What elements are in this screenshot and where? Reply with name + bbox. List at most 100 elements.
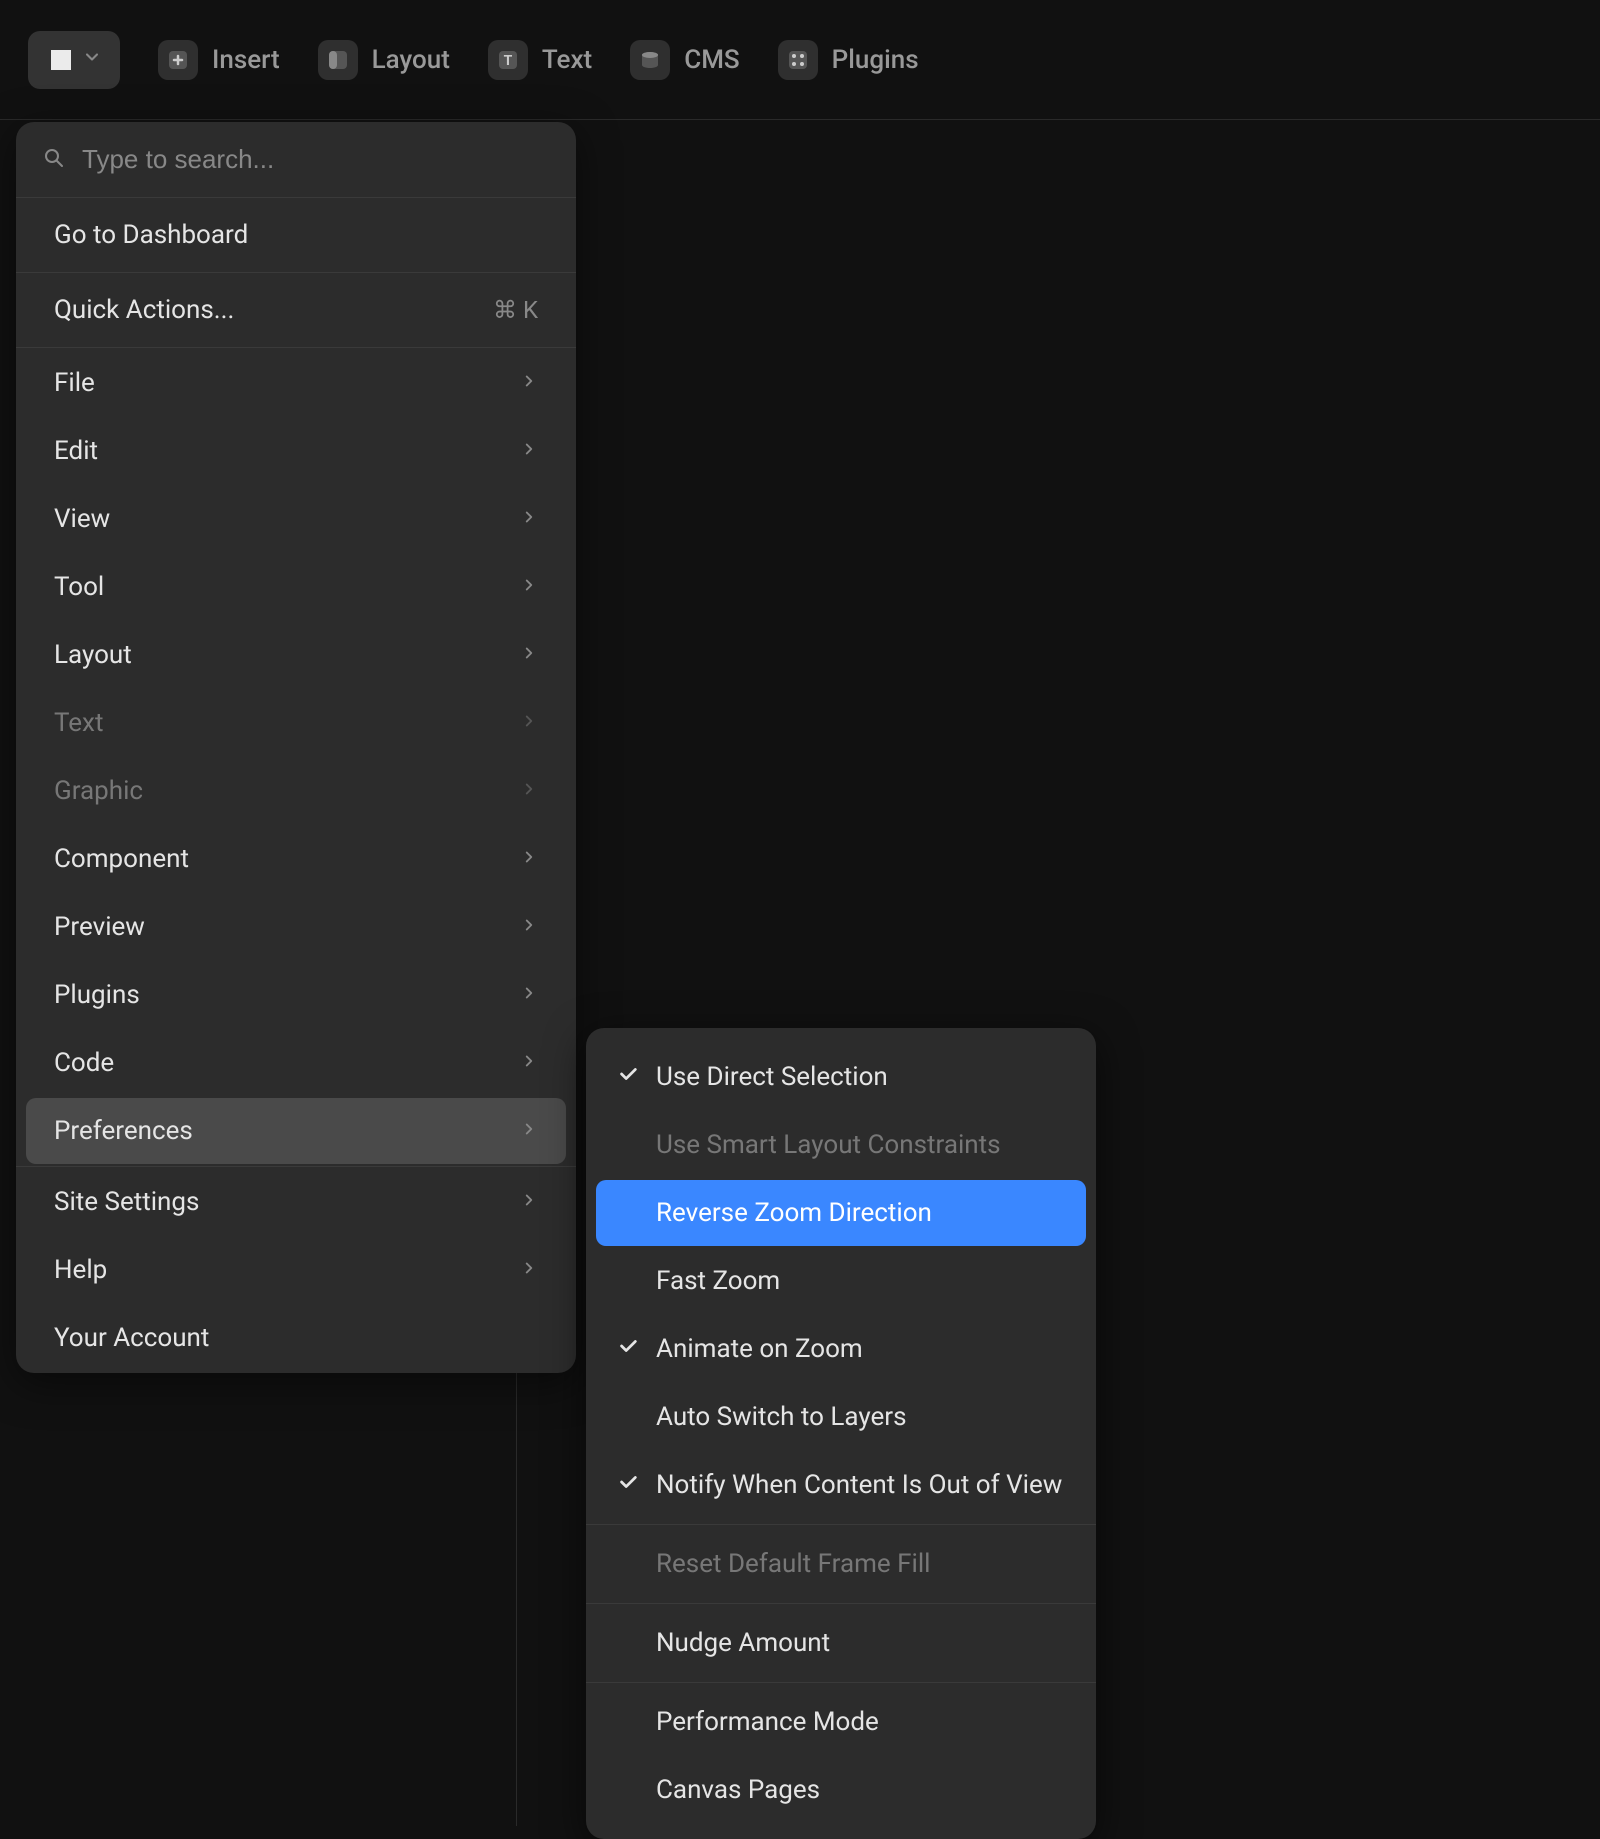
menu-code[interactable]: Code bbox=[26, 1030, 566, 1096]
text-button-label: Text bbox=[542, 45, 592, 75]
pref-fast-zoom[interactable]: Fast Zoom bbox=[596, 1248, 1086, 1314]
chevron-right-icon bbox=[520, 575, 538, 600]
chevron-right-icon bbox=[520, 507, 538, 532]
cms-icon bbox=[630, 40, 670, 80]
menu-help[interactable]: Help bbox=[26, 1237, 566, 1303]
pref-reset-frame-fill: Reset Default Frame Fill bbox=[596, 1531, 1086, 1597]
plugins-button[interactable]: Plugins bbox=[778, 40, 919, 80]
chevron-right-icon bbox=[520, 371, 538, 396]
menu-plugins[interactable]: Plugins bbox=[26, 962, 566, 1028]
menu-component[interactable]: Component bbox=[26, 826, 566, 892]
menu-tool-label: Tool bbox=[54, 572, 104, 602]
check-icon bbox=[617, 1062, 639, 1092]
pref-fast-zoom-label: Fast Zoom bbox=[656, 1266, 780, 1296]
plugins-button-label: Plugins bbox=[832, 45, 919, 75]
menu-text: Text bbox=[26, 690, 566, 756]
search-icon bbox=[42, 146, 66, 174]
pref-nudge-amount[interactable]: Nudge Amount bbox=[596, 1610, 1086, 1676]
check-slot bbox=[614, 1062, 642, 1092]
text-icon: T bbox=[488, 40, 528, 80]
top-toolbar: Insert Layout T Text CMS Plugins bbox=[0, 0, 1600, 120]
chevron-right-icon bbox=[520, 1051, 538, 1076]
pref-canvas-pages[interactable]: Canvas Pages bbox=[596, 1757, 1086, 1823]
menu-section: File Edit View Tool Layout Text Graphic Compone… bbox=[16, 350, 576, 1167]
pref-performance-mode[interactable]: Performance Mode bbox=[596, 1689, 1086, 1755]
menu-view-label: View bbox=[54, 504, 110, 534]
insert-button[interactable]: Insert bbox=[158, 40, 280, 80]
submenu-section: Nudge Amount bbox=[586, 1604, 1096, 1683]
pref-reverse-zoom-label: Reverse Zoom Direction bbox=[656, 1198, 932, 1228]
menu-your-account-label: Your Account bbox=[54, 1323, 209, 1353]
menu-preview[interactable]: Preview bbox=[26, 894, 566, 960]
submenu-section: Reset Default Frame Fill bbox=[586, 1525, 1096, 1604]
chevron-right-icon bbox=[520, 1190, 538, 1215]
menu-help-label: Help bbox=[54, 1255, 107, 1285]
cms-button[interactable]: CMS bbox=[630, 40, 739, 80]
menu-site-settings[interactable]: Site Settings bbox=[26, 1169, 566, 1235]
pref-reset-frame-fill-label: Reset Default Frame Fill bbox=[656, 1549, 930, 1579]
menu-layout[interactable]: Layout bbox=[26, 622, 566, 688]
menu-edit-label: Edit bbox=[54, 436, 98, 466]
pref-smart-layout: Use Smart Layout Constraints bbox=[596, 1112, 1086, 1178]
insert-button-label: Insert bbox=[212, 45, 280, 75]
menu-site-settings-label: Site Settings bbox=[54, 1187, 199, 1217]
pref-nudge-amount-label: Nudge Amount bbox=[656, 1628, 830, 1658]
pref-direct-selection-label: Use Direct Selection bbox=[656, 1062, 888, 1092]
pref-animate-zoom-label: Animate on Zoom bbox=[656, 1334, 863, 1364]
text-button[interactable]: T Text bbox=[488, 40, 592, 80]
menu-view[interactable]: View bbox=[26, 486, 566, 552]
chevron-right-icon bbox=[520, 711, 538, 736]
menu-dashboard[interactable]: Go to Dashboard bbox=[26, 202, 566, 268]
menu-quick-actions-label: Quick Actions... bbox=[54, 295, 234, 325]
preferences-submenu: Use Direct Selection Use Smart Layout Con… bbox=[586, 1028, 1096, 1839]
app-logo-icon bbox=[46, 45, 76, 75]
menu-preferences[interactable]: Preferences bbox=[26, 1098, 566, 1164]
chevron-down-icon bbox=[82, 47, 102, 72]
pref-animate-zoom[interactable]: Animate on Zoom bbox=[596, 1316, 1086, 1382]
menu-your-account[interactable]: Your Account bbox=[26, 1305, 566, 1371]
chevron-right-icon bbox=[520, 915, 538, 940]
pref-notify-out-of-view-label: Notify When Content Is Out of View bbox=[656, 1470, 1062, 1500]
menu-text-label: Text bbox=[54, 708, 103, 738]
menu-edit[interactable]: Edit bbox=[26, 418, 566, 484]
menu-file-label: File bbox=[54, 368, 95, 398]
menu-preferences-label: Preferences bbox=[54, 1116, 193, 1146]
chevron-right-icon bbox=[520, 847, 538, 872]
menu-graphic: Graphic bbox=[26, 758, 566, 824]
chevron-right-icon bbox=[520, 1258, 538, 1283]
menu-quick-actions[interactable]: Quick Actions... ⌘ K bbox=[26, 277, 566, 343]
plugins-icon bbox=[778, 40, 818, 80]
menu-tool[interactable]: Tool bbox=[26, 554, 566, 620]
pref-smart-layout-label: Use Smart Layout Constraints bbox=[656, 1130, 1001, 1160]
menu-section: Go to Dashboard bbox=[16, 202, 576, 273]
app-menu-button[interactable] bbox=[28, 31, 120, 89]
check-slot bbox=[614, 1334, 642, 1364]
plus-icon bbox=[158, 40, 198, 80]
pref-reverse-zoom[interactable]: Reverse Zoom Direction bbox=[596, 1180, 1086, 1246]
submenu-section: Use Direct Selection Use Smart Layout Con… bbox=[586, 1038, 1096, 1525]
menu-search-input[interactable] bbox=[82, 144, 550, 175]
menu-code-label: Code bbox=[54, 1048, 114, 1078]
check-icon bbox=[617, 1334, 639, 1364]
menu-component-label: Component bbox=[54, 844, 189, 874]
cms-button-label: CMS bbox=[684, 45, 739, 75]
pref-performance-mode-label: Performance Mode bbox=[656, 1707, 879, 1737]
menu-dashboard-label: Go to Dashboard bbox=[54, 220, 248, 250]
menu-quick-actions-shortcut: ⌘ K bbox=[493, 296, 538, 324]
menu-file[interactable]: File bbox=[26, 350, 566, 416]
pref-auto-switch-layers[interactable]: Auto Switch to Layers bbox=[596, 1384, 1086, 1450]
menu-graphic-label: Graphic bbox=[54, 776, 143, 806]
menu-preview-label: Preview bbox=[54, 912, 145, 942]
svg-text:T: T bbox=[504, 53, 513, 69]
pref-notify-out-of-view[interactable]: Notify When Content Is Out of View bbox=[596, 1452, 1086, 1518]
pref-auto-switch-layers-label: Auto Switch to Layers bbox=[656, 1402, 907, 1432]
layout-button[interactable]: Layout bbox=[318, 40, 450, 80]
layout-icon bbox=[318, 40, 358, 80]
menu-section: Site Settings Help Your Account bbox=[16, 1169, 576, 1371]
pref-direct-selection[interactable]: Use Direct Selection bbox=[596, 1044, 1086, 1110]
check-icon bbox=[617, 1470, 639, 1500]
chevron-right-icon bbox=[520, 1119, 538, 1144]
menu-plugins-label: Plugins bbox=[54, 980, 140, 1010]
check-slot bbox=[614, 1470, 642, 1500]
menu-search-row bbox=[16, 122, 576, 198]
